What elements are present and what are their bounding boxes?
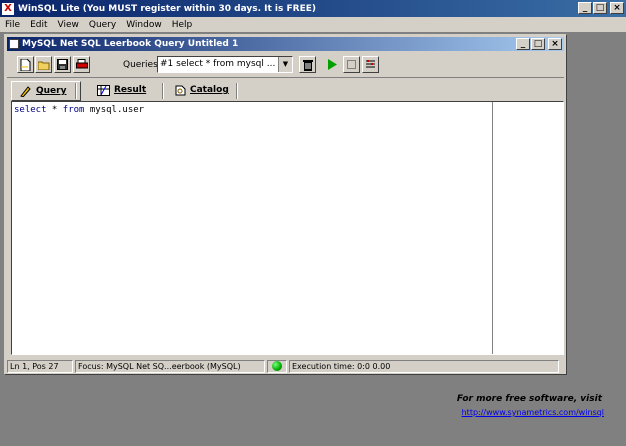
sql-keyword-select: select bbox=[14, 105, 47, 115]
maximize-button[interactable]: □ bbox=[593, 2, 607, 14]
query-tab-icon bbox=[20, 85, 31, 97]
tab-separator bbox=[162, 83, 164, 99]
query-window-title: MySQL Net SQL Leerbook Query Untitled 1 bbox=[22, 39, 239, 49]
query-window: MySQL Net SQL Leerbook Query Untitled 1 … bbox=[4, 34, 567, 375]
tab-catalog-label: Catalog bbox=[190, 85, 229, 95]
menu-query[interactable]: Query bbox=[84, 20, 121, 30]
queries-selected-value: #1 select * from mysql ... bbox=[160, 59, 276, 69]
queries-dropdown[interactable]: #1 select * from mysql ... ▼ bbox=[157, 56, 293, 73]
new-file-icon[interactable] bbox=[17, 56, 34, 73]
tab-result-label: Result bbox=[114, 85, 147, 95]
editor-side-panel-divider[interactable] bbox=[492, 102, 493, 354]
child-minimize-button[interactable]: _ bbox=[516, 38, 530, 50]
tab-query[interactable]: Query bbox=[11, 81, 81, 101]
print-icon[interactable] bbox=[73, 56, 90, 73]
catalog-tab-icon bbox=[175, 85, 186, 95]
sql-star: * bbox=[46, 105, 63, 115]
execute-icon[interactable] bbox=[323, 56, 340, 73]
sql-editor-content[interactable]: select * from mysql.user bbox=[14, 105, 144, 115]
toolbar: Queries #1 select * from mysql ... ▼ bbox=[7, 52, 564, 78]
minimize-button[interactable]: _ bbox=[578, 2, 592, 14]
execution-time: Execution time: 0:0 0.00 bbox=[289, 359, 559, 373]
menu-file[interactable]: File bbox=[0, 20, 25, 30]
save-icon[interactable] bbox=[54, 56, 71, 73]
options-icon[interactable] bbox=[362, 56, 379, 73]
sql-keyword-from: from bbox=[62, 105, 85, 115]
delete-query-icon[interactable] bbox=[299, 56, 316, 73]
sql-table-name: mysql.user bbox=[84, 105, 145, 115]
promo-text: For more free software, visit bbox=[456, 394, 602, 404]
menu-bar: File Edit View Query Window Help bbox=[0, 17, 626, 32]
open-folder-icon[interactable] bbox=[35, 56, 52, 73]
child-maximize-button[interactable]: □ bbox=[531, 38, 545, 50]
status-bar: Ln 1, Pos 27 Focus: MySQL Net SQ...eerbo… bbox=[7, 359, 564, 373]
tab-catalog[interactable]: Catalog bbox=[175, 81, 229, 99]
result-tab-icon bbox=[97, 84, 110, 96]
connection-focus: Focus: MySQL Net SQ...eerbook (MySQL) bbox=[75, 359, 265, 373]
close-button[interactable]: × bbox=[610, 2, 624, 14]
tab-strip: Query Result Catalog bbox=[7, 79, 564, 101]
menu-edit[interactable]: Edit bbox=[25, 20, 52, 30]
tab-separator bbox=[236, 83, 238, 99]
connected-status-icon bbox=[272, 361, 282, 371]
tab-query-label: Query bbox=[36, 86, 67, 96]
website-link[interactable]: http://www.synametrics.com/winsql bbox=[462, 408, 604, 417]
tab-result[interactable]: Result bbox=[97, 81, 146, 99]
menu-help[interactable]: Help bbox=[167, 20, 198, 30]
tab-separator bbox=[75, 83, 77, 99]
menu-window[interactable]: Window bbox=[121, 20, 167, 30]
child-close-button[interactable]: × bbox=[548, 38, 562, 50]
document-icon bbox=[9, 39, 19, 49]
queries-label: Queries bbox=[123, 60, 158, 70]
app-title: WinSQL Lite (You MUST register within 30… bbox=[18, 3, 316, 14]
connection-status bbox=[267, 359, 287, 373]
cursor-position: Ln 1, Pos 27 bbox=[7, 359, 73, 373]
chevron-down-icon[interactable]: ▼ bbox=[278, 57, 292, 72]
sql-editor[interactable]: select * from mysql.user bbox=[11, 101, 564, 355]
menu-view[interactable]: View bbox=[53, 20, 84, 30]
app-title-bar[interactable]: X WinSQL Lite (You MUST register within … bbox=[0, 0, 626, 17]
query-window-title-bar[interactable]: MySQL Net SQL Leerbook Query Untitled 1 … bbox=[7, 37, 564, 51]
stop-icon[interactable] bbox=[343, 56, 360, 73]
app-icon: X bbox=[2, 2, 14, 15]
